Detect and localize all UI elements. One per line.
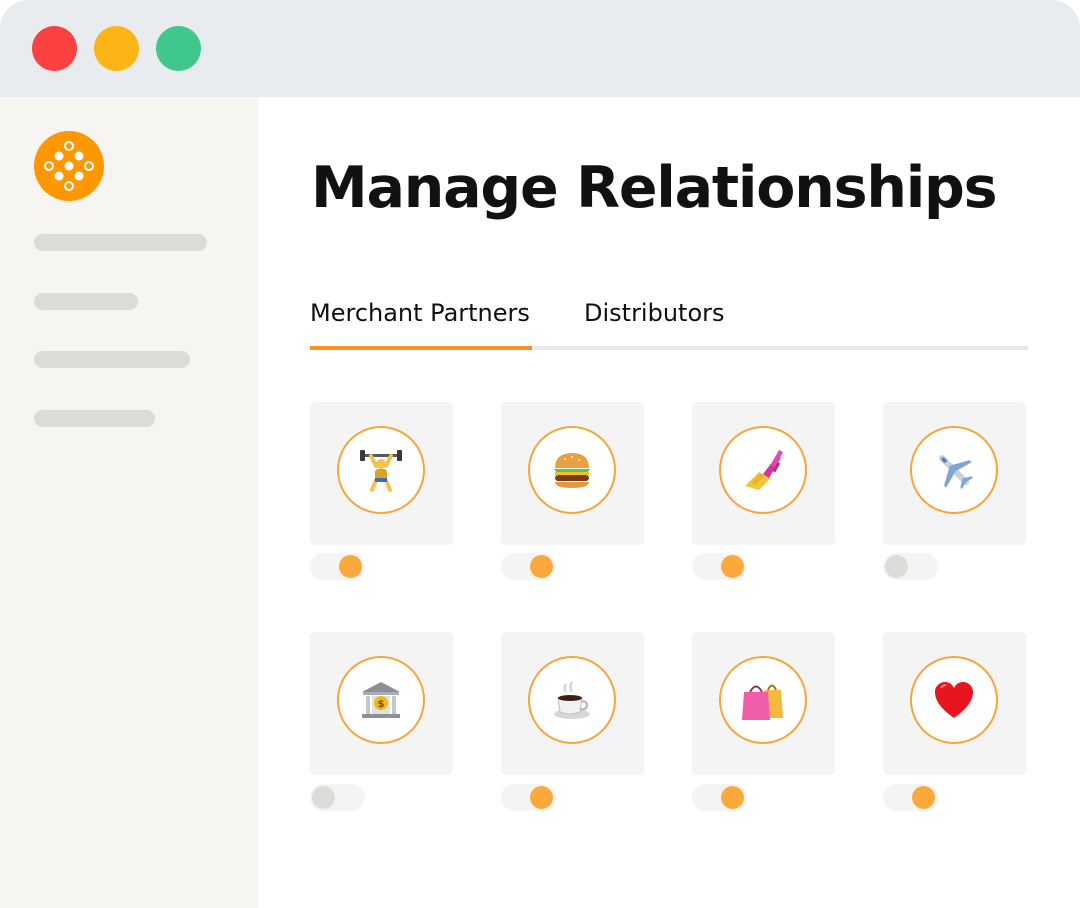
partner-toggle-shopping-bags[interactable] — [692, 784, 747, 811]
sidebar-nav-item-3[interactable] — [34, 351, 190, 368]
svg-text:$: $ — [378, 699, 385, 710]
tab-label: Distributors — [584, 299, 725, 327]
tab-merchant-partners[interactable]: Merchant Partners — [310, 293, 532, 350]
toggle-knob — [312, 786, 335, 809]
toggle-knob — [339, 555, 362, 578]
partner-toggle-airplane[interactable] — [883, 553, 938, 580]
partner-toggle-nail-polish[interactable] — [692, 553, 747, 580]
shopping-bags-icon — [742, 684, 783, 720]
close-window-button[interactable] — [32, 26, 77, 71]
heart-icon — [935, 682, 973, 718]
partner-card-nail-polish[interactable] — [692, 402, 835, 545]
bank-icon: $ — [362, 682, 400, 718]
partner-avatar — [528, 656, 616, 744]
zoom-window-button[interactable] — [156, 26, 201, 71]
partner-avatar — [910, 426, 998, 514]
toggle-knob — [721, 786, 744, 809]
toggle-knob — [721, 555, 744, 578]
weightlifter-icon — [360, 450, 402, 492]
active-tab-indicator — [310, 346, 532, 350]
partner-avatar — [719, 656, 807, 744]
partner-toggle-coffee[interactable] — [501, 784, 556, 811]
main-panel: Manage Relationships Merchant Partners D… — [258, 97, 1080, 908]
minimize-window-button[interactable] — [94, 26, 139, 71]
coffee-icon — [554, 681, 590, 719]
partner-card-weightlifter[interactable] — [310, 402, 453, 545]
title-bar — [0, 0, 1080, 97]
partner-avatar: $ — [337, 656, 425, 744]
sidebar-nav-item-4[interactable] — [34, 410, 155, 427]
partner-toggle-bank[interactable] — [310, 784, 365, 811]
partner-avatar — [719, 426, 807, 514]
partner-card-burger[interactable] — [501, 402, 644, 545]
partner-card-shopping-bags[interactable] — [692, 632, 835, 775]
sidebar — [0, 97, 258, 908]
partner-toggle-burger[interactable] — [501, 553, 556, 580]
app-window: Manage Relationships Merchant Partners D… — [0, 0, 1080, 908]
page-title: Manage Relationships — [311, 155, 998, 221]
tab-distributors[interactable]: Distributors — [584, 293, 725, 350]
partner-toggle-weightlifter[interactable] — [310, 553, 365, 580]
toggle-knob — [530, 555, 553, 578]
sidebar-nav-item-1[interactable] — [34, 234, 207, 251]
burger-icon — [554, 453, 590, 488]
partner-card-heart[interactable] — [883, 632, 1026, 775]
partner-card-airplane[interactable] — [883, 402, 1026, 545]
partner-toggle-heart[interactable] — [883, 784, 938, 811]
airplane-icon — [938, 454, 974, 490]
partner-card-coffee[interactable] — [501, 632, 644, 775]
toggle-knob — [530, 786, 553, 809]
sidebar-nav-item-2[interactable] — [34, 293, 138, 310]
toggle-knob — [912, 786, 935, 809]
tab-bar: Merchant Partners Distributors — [310, 293, 1028, 350]
toggle-knob — [885, 555, 908, 578]
partner-avatar — [337, 426, 425, 514]
partner-avatar — [910, 656, 998, 744]
partner-avatar — [528, 426, 616, 514]
nail-polish-icon — [745, 450, 783, 490]
grid-dots-logo-icon[interactable] — [34, 131, 104, 201]
tab-label: Merchant Partners — [310, 299, 530, 327]
partner-card-bank[interactable]: $ — [310, 632, 453, 775]
